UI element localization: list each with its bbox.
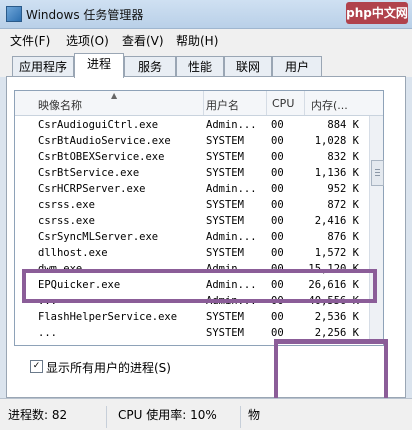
process-memory: 2,256 K <box>314 327 359 339</box>
process-user: SYSTEM <box>206 199 244 211</box>
process-name: CsrBtAudioService.exe <box>38 135 171 147</box>
menu-help[interactable]: 帮助(H) <box>176 32 218 49</box>
status-divider <box>106 406 107 428</box>
table-row[interactable]: CsrBtService.exe SYSTEM 00 1,136 K <box>15 166 369 182</box>
menu-view[interactable]: 查看(V) <box>122 32 164 49</box>
table-row[interactable]: CsrHCRPServer.exe Admin... 00 952 K <box>15 182 369 198</box>
process-memory: 872 K <box>327 199 359 211</box>
process-cpu: 00 <box>271 167 284 179</box>
process-memory: 2,416 K <box>314 215 359 227</box>
table-row[interactable]: CsrBtOBEXService.exe SYSTEM 00 832 K <box>15 150 369 166</box>
column-divider[interactable] <box>203 91 204 115</box>
table-row[interactable]: CsrBtAudioService.exe SYSTEM 00 1,028 K <box>15 134 369 150</box>
process-user: Admin... <box>206 119 257 131</box>
vertical-scrollbar[interactable] <box>369 116 384 344</box>
tab-processes[interactable]: 进程 <box>74 53 124 78</box>
process-name: CsrBtOBEXService.exe <box>38 151 165 163</box>
process-user: SYSTEM <box>206 135 244 147</box>
process-name: CsrSyncMLServer.exe <box>38 231 159 243</box>
title-bar: Windows 任务管理器 php中文网 <box>0 0 412 29</box>
column-user-name[interactable]: 用户名 <box>206 97 239 113</box>
process-name: CsrBtService.exe <box>38 167 140 179</box>
process-user: SYSTEM <box>206 327 244 339</box>
column-memory[interactable]: 内存(... <box>311 97 348 113</box>
process-list-header: ▲ 映像名称 用户名 CPU 内存(... <box>15 91 383 116</box>
process-user: Admin... <box>206 183 257 195</box>
scroll-grip-icon <box>375 169 380 170</box>
process-cpu: 00 <box>271 199 284 211</box>
process-memory: 832 K <box>327 151 359 163</box>
tab-services[interactable]: 服务 <box>124 56 176 77</box>
process-memory: 1,572 K <box>314 247 359 259</box>
process-memory: 2,536 K <box>314 311 359 323</box>
menu-file[interactable]: 文件(F) <box>10 32 50 49</box>
process-user: SYSTEM <box>206 215 244 227</box>
status-memory: 物 <box>248 408 261 422</box>
watermark-logo: php中文网 <box>346 2 408 24</box>
process-user: SYSTEM <box>206 311 244 323</box>
table-row[interactable]: FlashHelperService.exe SYSTEM 00 2,536 K <box>15 310 369 326</box>
scrollbar-thumb[interactable] <box>371 160 384 186</box>
column-divider[interactable] <box>266 91 267 115</box>
process-user: SYSTEM <box>206 247 244 259</box>
sort-arrow-icon: ▲ <box>111 91 118 100</box>
scroll-grip-icon <box>375 172 380 173</box>
process-memory: 1,136 K <box>314 167 359 179</box>
tab-networking[interactable]: 联网 <box>224 56 272 77</box>
process-name: dllhost.exe <box>38 247 108 259</box>
table-row[interactable]: dllhost.exe SYSTEM 00 1,572 K <box>15 246 369 262</box>
process-user: SYSTEM <box>206 151 244 163</box>
process-memory: 876 K <box>327 231 359 243</box>
tab-applications[interactable]: 应用程序 <box>12 56 74 77</box>
table-row[interactable]: CsrSyncMLServer.exe Admin... 00 876 K <box>15 230 369 246</box>
process-memory: 952 K <box>327 183 359 195</box>
highlight-selected-process <box>22 269 377 303</box>
process-memory: 1,028 K <box>314 135 359 147</box>
process-cpu: 00 <box>271 135 284 147</box>
task-manager-app-icon <box>6 6 22 22</box>
process-cpu: 00 <box>271 247 284 259</box>
process-name: FlashHelperService.exe <box>38 311 178 323</box>
column-image-name[interactable]: 映像名称 <box>38 97 82 113</box>
process-cpu: 00 <box>271 215 284 227</box>
menu-bar: 文件(F) 选项(O) 查看(V) 帮助(H) <box>0 29 412 51</box>
process-memory: 884 K <box>327 119 359 131</box>
table-row[interactable]: csrss.exe SYSTEM 00 872 K <box>15 198 369 214</box>
show-all-users-label[interactable]: 显示所有用户的进程(S) <box>46 359 171 376</box>
status-divider <box>240 406 241 428</box>
show-all-users-checkbox[interactable]: ✓ <box>30 360 43 373</box>
window-title: Windows 任务管理器 <box>26 8 144 22</box>
process-cpu: 00 <box>271 151 284 163</box>
tab-users[interactable]: 用户 <box>272 56 322 77</box>
process-user: Admin... <box>206 231 257 243</box>
process-cpu: 00 <box>271 231 284 243</box>
column-cpu[interactable]: CPU <box>272 97 294 110</box>
process-name: ... <box>38 327 57 339</box>
process-list[interactable]: ▲ 映像名称 用户名 CPU 内存(... CsrAudioguiCtrl.ex… <box>14 90 384 346</box>
status-cpu-usage: CPU 使用率: 10% <box>118 408 217 422</box>
process-rows: CsrAudioguiCtrl.exe Admin... 00 884 K CsrBt… <box>15 116 369 344</box>
table-row[interactable]: CsrAudioguiCtrl.exe Admin... 00 884 K <box>15 118 369 134</box>
highlight-end-process-button <box>274 339 388 403</box>
process-name: csrss.exe <box>38 199 95 211</box>
tab-strip: 应用程序 进程 服务 性能 联网 用户 <box>0 51 412 78</box>
scroll-grip-icon <box>375 175 380 176</box>
process-cpu: 00 <box>271 183 284 195</box>
process-cpu: 00 <box>271 311 284 323</box>
process-name: CsrAudioguiCtrl.exe <box>38 119 159 131</box>
status-process-count: 进程数: 82 <box>8 408 68 422</box>
process-cpu: 00 <box>271 327 284 339</box>
menu-options[interactable]: 选项(O) <box>66 32 109 49</box>
process-name: csrss.exe <box>38 215 95 227</box>
column-divider[interactable] <box>304 91 305 115</box>
process-name: CsrHCRPServer.exe <box>38 183 146 195</box>
process-cpu: 00 <box>271 119 284 131</box>
process-user: SYSTEM <box>206 167 244 179</box>
status-bar: 进程数: 82 CPU 使用率: 10% 物 <box>0 398 412 430</box>
table-row[interactable]: csrss.exe SYSTEM 00 2,416 K <box>15 214 369 230</box>
tab-performance[interactable]: 性能 <box>176 56 224 77</box>
